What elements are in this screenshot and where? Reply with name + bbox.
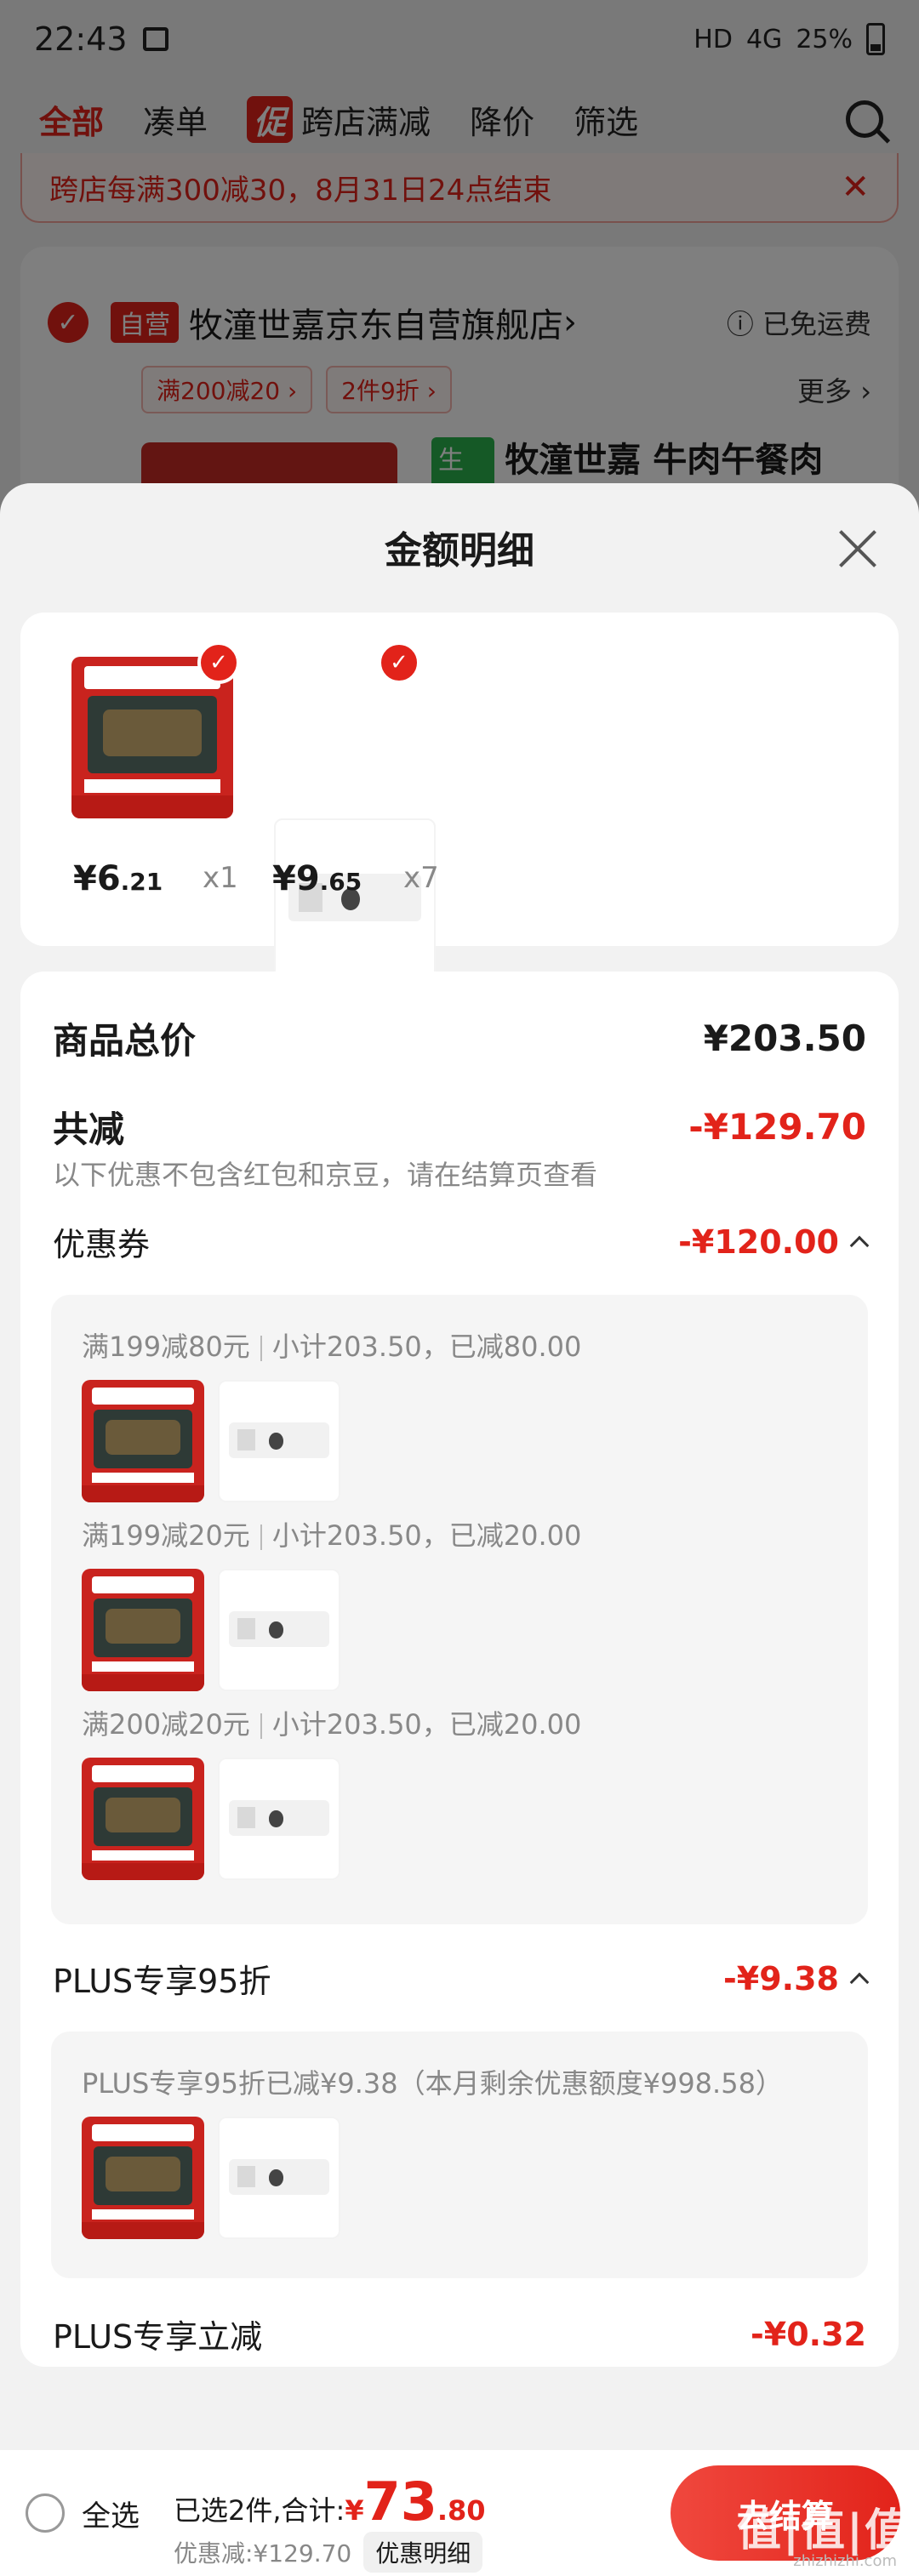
saved-amount: 优惠减:¥129.70 — [174, 2539, 352, 2567]
product-image-snack — [218, 1380, 340, 1502]
discount-note: 以下优惠不包含红包和京豆，请在结算页查看 — [53, 1159, 598, 1191]
coupon-line: 满199减20元 小计203.50，已减20.00 — [82, 1519, 582, 1552]
coupon-line: 满199减80元 小计203.50，已减80.00 — [82, 1331, 582, 1363]
coupon-row[interactable]: 优惠券 -¥120.00 — [53, 1218, 870, 1265]
total-price-label: 商品总价 — [53, 1020, 197, 1062]
product-image-snack — [218, 1758, 340, 1880]
sheet-title: 金额明细 — [385, 529, 534, 573]
selected-summary: 已选2件,合计:¥73.80 — [174, 2471, 486, 2533]
product-image-luncheon-meat — [82, 1758, 204, 1880]
check-icon: ✓ — [378, 641, 420, 684]
coupon-detail-panel: 满199减80元 小计203.50，已减80.00 满199减20元 小计203.5… — [51, 1295, 868, 1924]
product-quantity: x7 — [403, 861, 439, 895]
total-discount-value: -¥129.70 — [688, 1106, 866, 1148]
plus95-value: -¥9.38 — [723, 1959, 839, 1998]
select-all-radio[interactable] — [26, 2493, 65, 2533]
coupon-label: 优惠券 — [53, 1226, 151, 1263]
select-all-label[interactable]: 全选 — [82, 2493, 140, 2534]
product-summary-card: ✓ ✓ ¥6.21 x1 ¥9.65 x7 — [20, 613, 899, 980]
plus-instant-value: -¥0.32 — [751, 2315, 866, 2353]
plus95-note: PLUS专享95折已减¥9.38（本月剩余优惠额度¥998.58） — [82, 2067, 783, 2100]
site-watermark-url: zhizhizhi.com — [793, 2552, 897, 2570]
product-price: ¥9.65 — [272, 859, 362, 898]
product-quantity: x1 — [203, 861, 238, 895]
product-image-snack — [218, 2117, 340, 2239]
plus95-detail-panel: PLUS专享95折已减¥9.38（本月剩余优惠额度¥998.58） — [51, 2032, 868, 2278]
amount-detail-sheet: 金额明细 ✓ ✓ ¥6.21 x1 ¥9.65 x7 商品总价 ¥203.50 … — [0, 483, 919, 2576]
plus-instant-label: PLUS专享立减 — [53, 2318, 263, 2356]
product-image-luncheon-meat — [82, 2117, 204, 2239]
plus95-label: PLUS专享95折 — [53, 1963, 271, 2000]
product-image-luncheon-meat — [82, 1380, 204, 1502]
product-image-luncheon-meat — [82, 1569, 204, 1691]
total-discount-label: 共减 — [53, 1108, 125, 1150]
chevron-up-icon[interactable] — [849, 1235, 870, 1255]
plus95-row[interactable]: PLUS专享95折 -¥9.38 — [53, 1955, 870, 2002]
total-price-value: ¥203.50 — [703, 1017, 866, 1059]
chevron-up-icon[interactable] — [849, 1972, 870, 1992]
product-image-snack — [274, 818, 436, 980]
close-icon[interactable] — [837, 527, 878, 568]
product-image-snack — [218, 1569, 340, 1691]
product-price: ¥6.21 — [73, 859, 163, 898]
coupon-value: -¥120.00 — [678, 1222, 839, 1261]
site-watermark: 值|值|值 — [737, 2505, 910, 2556]
discount-detail-button[interactable]: 优惠明细 — [363, 2532, 483, 2573]
check-icon: ✓ — [197, 641, 240, 684]
coupon-line: 满200减20元 小计203.50，已减20.00 — [82, 1708, 582, 1741]
price-breakdown-card: 商品总价 ¥203.50 共减 -¥129.70 以下优惠不包含红包和京豆，请在… — [20, 972, 899, 2367]
